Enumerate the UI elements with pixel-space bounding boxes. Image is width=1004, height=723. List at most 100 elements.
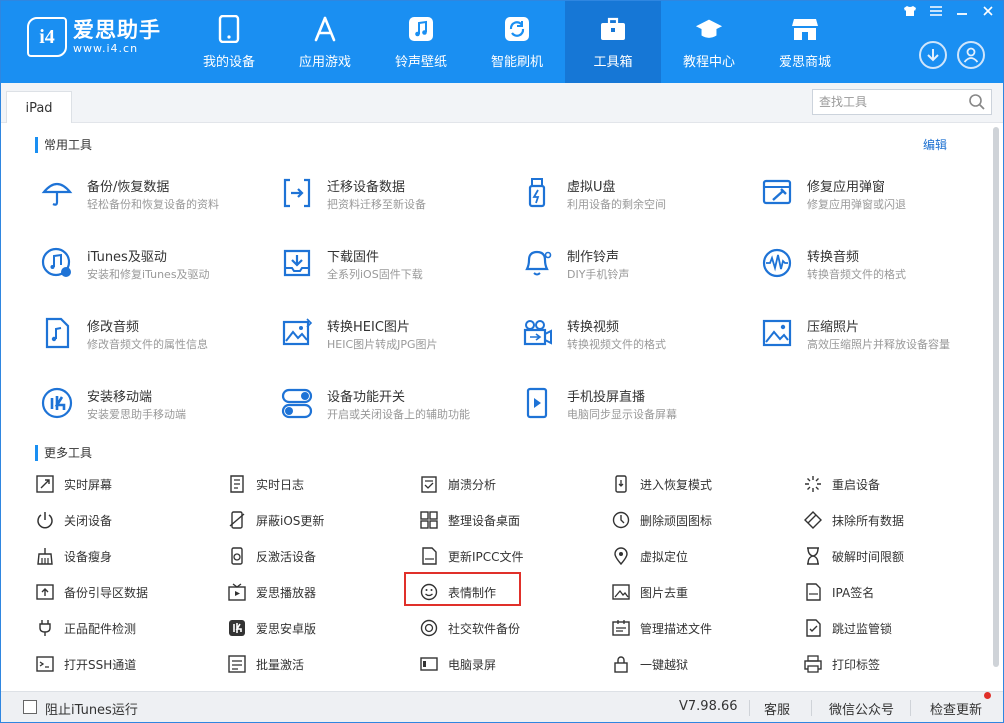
i4-android-icon (229, 620, 245, 636)
tool-compress-photo[interactable]: 压缩照片 高效压缩照片并释放设备容量 (761, 313, 991, 363)
repair-window-icon (762, 179, 792, 205)
deactivate-icon (231, 547, 243, 565)
power-icon (37, 512, 53, 529)
block-itunes-checkbox[interactable] (23, 700, 37, 714)
more-tool-realtime-screen[interactable]: 实时屏幕 (36, 473, 216, 497)
flash-icon (503, 15, 531, 43)
search-icon[interactable] (968, 93, 986, 111)
toggle-icon (281, 388, 313, 419)
social-backup-icon (420, 619, 438, 637)
printer-icon (804, 655, 822, 673)
more-tool-erase-all[interactable]: 抹除所有数据 (804, 509, 984, 533)
more-tool-restart-device[interactable]: 重启设备 (804, 473, 984, 497)
more-tool-shutdown[interactable]: 关闭设备 (36, 509, 216, 533)
more-tool-jailbreak[interactable]: 一键越狱 (612, 653, 792, 677)
terminal-icon (36, 656, 54, 672)
more-tool-i4-player[interactable]: 爱思播放器 (228, 581, 408, 605)
nav-apps-games[interactable]: 应用游戏 (277, 1, 373, 83)
transfer-icon (283, 178, 311, 208)
more-tool-screen-record[interactable]: 电脑录屏 (420, 653, 600, 677)
image-convert-icon (282, 318, 313, 346)
update-notification-dot (984, 692, 991, 699)
more-tool-image-dedupe[interactable]: 图片去重 (612, 581, 792, 605)
highlight-box (404, 572, 521, 606)
more-tool-slim-device[interactable]: 设备瘦身 (36, 545, 216, 569)
tool-install-mobile[interactable]: 安装移动端 安装爱思助手移动端 (41, 383, 271, 433)
more-tool-print-label[interactable]: 打印标签 (804, 653, 984, 677)
close-icon[interactable] (979, 5, 997, 20)
tool-download-firmware[interactable]: 下载固件 全系列iOS固件下载 (281, 243, 511, 293)
more-tool-organize-desktop[interactable]: 整理设备桌面 (420, 509, 600, 533)
scrollbar[interactable] (993, 127, 1001, 683)
more-tool-recovery-mode[interactable]: 进入恢复模式 (612, 473, 792, 497)
more-tool-backup-boot[interactable]: 备份引导区数据 (36, 581, 216, 605)
account-button[interactable] (957, 41, 985, 69)
more-tool-manage-profiles[interactable]: 管理描述文件 (612, 617, 792, 641)
wechat-link[interactable]: 微信公众号 (829, 699, 894, 718)
nav-my-device[interactable]: 我的设备 (181, 1, 277, 83)
tool-virtual-usb[interactable]: 虚拟U盘 利用设备的剩余空间 (521, 173, 751, 223)
download-manager-button[interactable] (919, 41, 947, 69)
nav-tutorials[interactable]: 教程中心 (661, 1, 757, 83)
download-tray-icon (283, 249, 311, 277)
tool-convert-audio[interactable]: 转换音频 转换音频文件的格式 (761, 243, 991, 293)
skip-lock-icon (806, 619, 821, 637)
more-tool-batch-activate[interactable]: 批量激活 (228, 653, 408, 677)
more-tool-social-backup[interactable]: 社交软件备份 (420, 617, 600, 641)
tool-migrate-data[interactable]: 迁移设备数据 把资料迁移至新设备 (281, 173, 511, 223)
recovery-mode-icon (615, 475, 627, 493)
more-tool-i4-android[interactable]: 爱思安卓版 (228, 617, 408, 641)
section-title-common: 常用工具 (35, 137, 92, 153)
more-tool-ipa-sign[interactable]: IPA签名 (804, 581, 984, 605)
tool-itunes-driver[interactable]: iTunes及驱动 安装和修复iTunes及驱动 (41, 243, 271, 293)
nav-toolbox[interactable]: 工具箱 (565, 1, 661, 83)
more-tool-time-limit[interactable]: 破解时间限额 (804, 545, 984, 569)
boot-backup-icon (36, 584, 54, 600)
more-tool-virtual-location[interactable]: 虚拟定位 (612, 545, 792, 569)
search-input[interactable] (812, 89, 992, 115)
app-url: www.i4.cn (73, 42, 139, 55)
nav-smart-flash[interactable]: 智能刷机 (469, 1, 565, 83)
more-tool-crash-analysis[interactable]: 崩溃分析 (420, 473, 600, 497)
more-tool-update-ipcc[interactable]: 更新IPCC文件 (420, 545, 600, 569)
shirt-icon[interactable] (901, 5, 919, 20)
menu-icon[interactable] (927, 5, 945, 20)
more-tool-accessory-check[interactable]: 正品配件检测 (36, 617, 216, 641)
main-nav: 我的设备 应用游戏 铃声壁纸 智能刷机 工具箱 教程中心 爱思商城 (181, 1, 853, 83)
app-window: i4 爱思助手 www.i4.cn 我的设备 应用游戏 铃声壁纸 智能刷机 工具… (0, 0, 1004, 723)
phone-icon (215, 15, 243, 43)
tool-make-ringtone[interactable]: 制作铃声 DIY手机铃声 (521, 243, 751, 293)
more-tool-realtime-log[interactable]: 实时日志 (228, 473, 408, 497)
tool-repair-popup[interactable]: 修复应用弹窗 修复应用弹窗或闪退 (761, 173, 991, 223)
more-tool-open-ssh[interactable]: 打开SSH通道 (36, 653, 216, 677)
broom-icon (37, 548, 53, 565)
tool-device-toggles[interactable]: 设备功能开关 开启或关闭设备上的辅助功能 (281, 383, 511, 433)
tool-convert-heic[interactable]: 转换HEIC图片 HEIC图片转成JPG图片 (281, 313, 511, 363)
tool-screen-mirror[interactable]: 手机投屏直播 电脑同步显示设备屏幕 (521, 383, 751, 433)
tool-backup-restore[interactable]: 备份/恢复数据 轻松备份和恢复设备的资料 (41, 173, 271, 223)
more-tool-skip-lock[interactable]: 跳过监管锁 (804, 617, 984, 641)
customer-service-link[interactable]: 客服 (764, 699, 790, 718)
music-icon (407, 15, 435, 43)
padlock-icon (614, 656, 628, 673)
tv-player-icon (228, 583, 246, 601)
itunes-icon (41, 247, 71, 277)
check-update-button[interactable]: 检查更新 (930, 699, 982, 718)
tool-edit-audio[interactable]: 修改音频 修改音频文件的属性信息 (41, 313, 271, 363)
more-tool-deactivate[interactable]: 反激活设备 (228, 545, 408, 569)
edit-button[interactable]: 编辑 (923, 136, 947, 153)
scroll-thumb[interactable] (993, 127, 999, 667)
nav-store[interactable]: 爱思商城 (757, 1, 853, 83)
logo-badge: i4 (27, 17, 67, 57)
block-itunes-label[interactable]: 阻止iTunes运行 (45, 699, 138, 718)
hourglass-icon (807, 547, 819, 565)
tab-ipad[interactable]: iPad (6, 91, 72, 124)
store-icon (791, 15, 819, 43)
nav-ringtones-wallpapers[interactable]: 铃声壁纸 (373, 1, 469, 83)
more-tool-block-ios-update[interactable]: 屏蔽iOS更新 (228, 509, 408, 533)
log-icon (230, 475, 244, 493)
tool-convert-video[interactable]: 转换视频 转换视频文件的格式 (521, 313, 751, 363)
restart-icon (805, 476, 821, 492)
more-tool-delete-icons[interactable]: 删除顽固图标 (612, 509, 792, 533)
minimize-icon[interactable] (953, 5, 971, 20)
